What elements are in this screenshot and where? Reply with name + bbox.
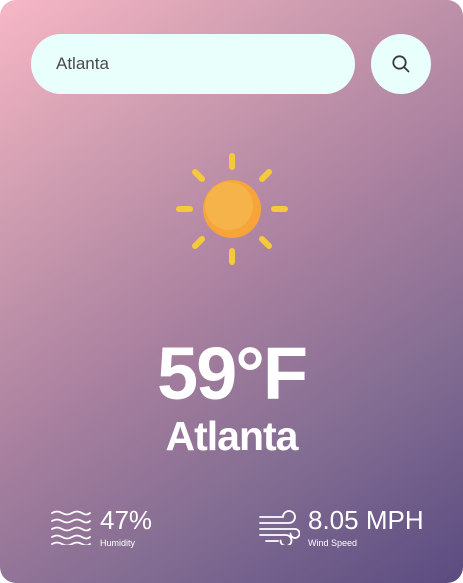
wind-icon xyxy=(259,510,300,545)
wind-speed-value: 8.05 MPH xyxy=(308,505,424,535)
city-search-input[interactable] xyxy=(31,34,355,94)
city-name: Atlanta xyxy=(165,413,299,459)
wind-speed-label: Wind Speed xyxy=(308,538,358,548)
humidity-value: 47% xyxy=(100,505,153,535)
weather-card: 59°F Atlanta 47% Humidity xyxy=(0,0,463,583)
sun-icon xyxy=(176,153,288,265)
search-icon xyxy=(392,55,410,73)
search-button[interactable] xyxy=(371,34,431,94)
weather-details: 47% Humidity 8.05 MPH Wind Speed xyxy=(0,503,463,555)
temperature-value: 59°F xyxy=(156,332,308,415)
humidity-waves-icon xyxy=(51,510,91,545)
humidity-label: Humidity xyxy=(100,538,136,548)
search-bar xyxy=(31,34,431,94)
